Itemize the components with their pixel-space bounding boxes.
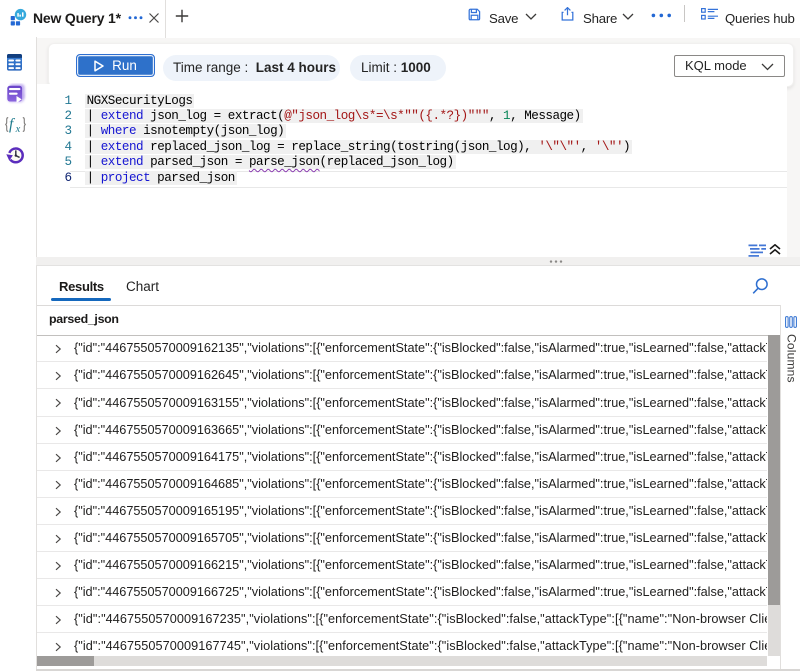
svg-text:x: x [14, 124, 20, 133]
